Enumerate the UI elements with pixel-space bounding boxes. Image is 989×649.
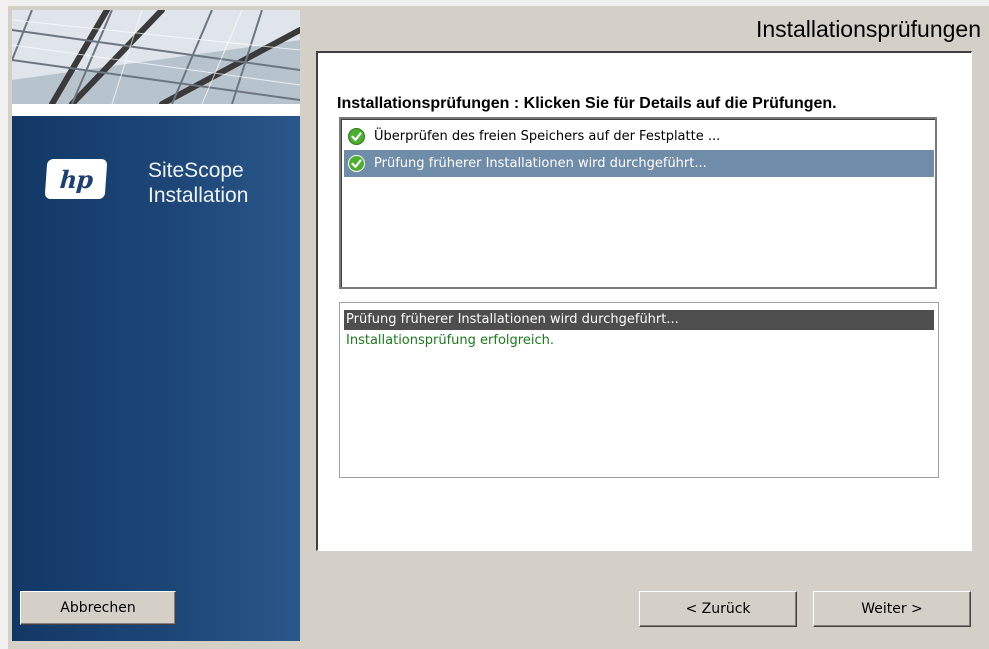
detail-result: Installationsprüfung erfolgreich.	[346, 333, 554, 348]
success-check-icon	[348, 128, 365, 145]
hp-logo: hp	[44, 159, 108, 199]
page-title: Installationsprüfungen	[755, 16, 981, 42]
content-panel: Installationsprüfungen : Klicken Sie für…	[316, 51, 972, 551]
check-item-label: Prüfung früherer Installationen wird dur…	[374, 156, 707, 171]
product-name-line2: Installation	[148, 184, 249, 207]
sidebar: hp SiteScope Installation	[12, 10, 300, 641]
product-name: SiteScope Installation	[148, 158, 248, 208]
next-button[interactable]: Weiter >	[813, 591, 971, 627]
banner-separator	[12, 104, 300, 116]
header-banner-image	[12, 10, 300, 104]
check-item-disk-space[interactable]: Überprüfen des freien Speichers auf der …	[344, 123, 934, 150]
sidebar-brand-area: hp SiteScope Installation	[12, 116, 300, 641]
cancel-button[interactable]: Abbrechen	[20, 591, 176, 625]
checks-heading: Installationsprüfungen : Klicken Sie für…	[337, 95, 837, 112]
product-name-line1: SiteScope	[148, 159, 244, 182]
checks-list[interactable]: Überprüfen des freien Speichers auf der …	[339, 117, 937, 289]
check-details-box: Prüfung früherer Installationen wird dur…	[339, 302, 939, 478]
success-check-icon	[348, 155, 365, 172]
check-item-previous-installations[interactable]: Prüfung früherer Installationen wird dur…	[344, 150, 934, 177]
detail-title: Prüfung früherer Installationen wird dur…	[344, 310, 934, 330]
back-button[interactable]: < Zurück	[639, 591, 797, 627]
check-item-label: Überprüfen des freien Speichers auf der …	[374, 129, 721, 144]
